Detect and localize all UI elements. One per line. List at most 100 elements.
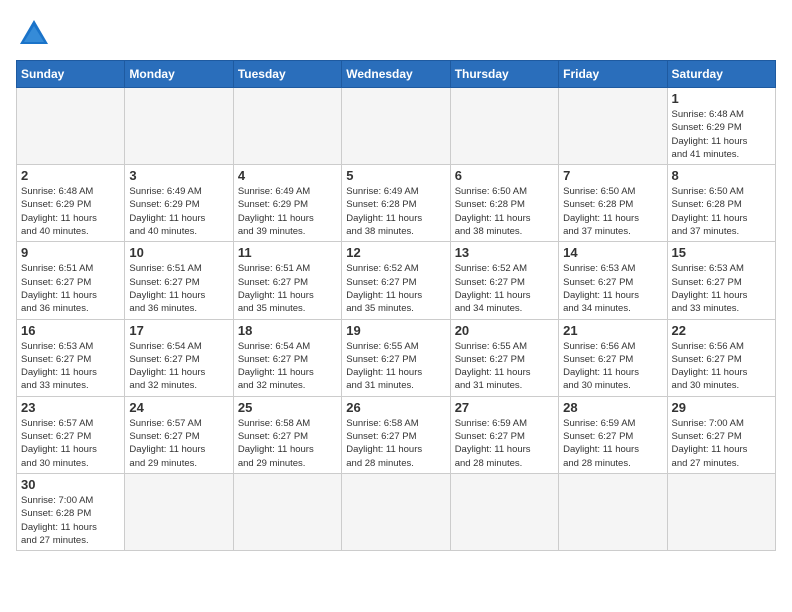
day-number: 1	[672, 91, 771, 106]
day-number: 9	[21, 245, 120, 260]
day-number: 20	[455, 323, 554, 338]
calendar-cell: 15 Sunrise: 6:53 AM Sunset: 6:27 PM Dayli…	[667, 242, 775, 319]
day-number: 2	[21, 168, 120, 183]
calendar-week-row: 16 Sunrise: 6:53 AM Sunset: 6:27 PM Dayli…	[17, 319, 776, 396]
day-info: Sunrise: 6:53 AM Sunset: 6:27 PM Dayligh…	[672, 262, 771, 315]
calendar-cell: 17Sunrise: 6:54 AM Sunset: 6:27 PM Dayli…	[125, 319, 233, 396]
day-number: 23	[21, 400, 120, 415]
calendar-cell	[667, 473, 775, 550]
day-info: Sunrise: 6:52 AM Sunset: 6:27 PM Dayligh…	[346, 262, 445, 315]
day-number: 14	[563, 245, 662, 260]
day-info: Sunrise: 6:49 AM Sunset: 6:29 PM Dayligh…	[238, 185, 337, 238]
calendar-cell	[125, 473, 233, 550]
page-header	[16, 16, 776, 52]
day-info: Sunrise: 6:53 AM Sunset: 6:27 PM Dayligh…	[563, 262, 662, 315]
calendar-cell: 22 Sunrise: 6:56 AM Sunset: 6:27 PM Dayli…	[667, 319, 775, 396]
calendar-cell: 23 Sunrise: 6:57 AM Sunset: 6:27 PM Dayli…	[17, 396, 125, 473]
day-number: 30	[21, 477, 120, 492]
calendar-week-row: 23 Sunrise: 6:57 AM Sunset: 6:27 PM Dayli…	[17, 396, 776, 473]
calendar-cell: 2 Sunrise: 6:48 AM Sunset: 6:29 PM Daylig…	[17, 165, 125, 242]
day-number: 28	[563, 400, 662, 415]
calendar-week-row: 1 Sunrise: 6:48 AM Sunset: 6:29 PM Daylig…	[17, 88, 776, 165]
calendar-cell	[125, 88, 233, 165]
day-info: Sunrise: 6:51 AM Sunset: 6:27 PM Dayligh…	[238, 262, 337, 315]
calendar-cell: 1 Sunrise: 6:48 AM Sunset: 6:29 PM Daylig…	[667, 88, 775, 165]
calendar-cell: 24Sunrise: 6:57 AM Sunset: 6:27 PM Dayli…	[125, 396, 233, 473]
day-number: 11	[238, 245, 337, 260]
day-info: Sunrise: 6:50 AM Sunset: 6:28 PM Dayligh…	[563, 185, 662, 238]
day-info: Sunrise: 6:49 AM Sunset: 6:28 PM Dayligh…	[346, 185, 445, 238]
calendar-cell: 28 Sunrise: 6:59 AM Sunset: 6:27 PM Dayli…	[559, 396, 667, 473]
calendar-cell: 16 Sunrise: 6:53 AM Sunset: 6:27 PM Dayli…	[17, 319, 125, 396]
calendar-cell: 20 Sunrise: 6:55 AM Sunset: 6:27 PM Dayli…	[450, 319, 558, 396]
weekday-header-sunday: Sunday	[17, 61, 125, 88]
logo	[16, 16, 58, 52]
calendar-cell: 9 Sunrise: 6:51 AM Sunset: 6:27 PM Daylig…	[17, 242, 125, 319]
day-info: Sunrise: 6:51 AM Sunset: 6:27 PM Dayligh…	[21, 262, 120, 315]
day-number: 22	[672, 323, 771, 338]
calendar-cell: 21 Sunrise: 6:56 AM Sunset: 6:27 PM Dayli…	[559, 319, 667, 396]
day-number: 3	[129, 168, 228, 183]
day-info: Sunrise: 7:00 AM Sunset: 6:28 PM Dayligh…	[21, 494, 120, 547]
day-number: 19	[346, 323, 445, 338]
logo-icon	[16, 16, 52, 52]
calendar-cell: 27Sunrise: 6:59 AM Sunset: 6:27 PM Dayli…	[450, 396, 558, 473]
calendar-cell: 7 Sunrise: 6:50 AM Sunset: 6:28 PM Daylig…	[559, 165, 667, 242]
day-info: Sunrise: 6:55 AM Sunset: 6:27 PM Dayligh…	[346, 340, 445, 393]
day-info: Sunrise: 6:48 AM Sunset: 6:29 PM Dayligh…	[672, 108, 771, 161]
day-number: 12	[346, 245, 445, 260]
weekday-header-row: SundayMondayTuesdayWednesdayThursdayFrid…	[17, 61, 776, 88]
calendar-week-row: 30 Sunrise: 7:00 AM Sunset: 6:28 PM Dayli…	[17, 473, 776, 550]
calendar-cell: 19 Sunrise: 6:55 AM Sunset: 6:27 PM Dayli…	[342, 319, 450, 396]
calendar-cell	[559, 473, 667, 550]
day-info: Sunrise: 6:57 AM Sunset: 6:27 PM Dayligh…	[129, 417, 228, 470]
weekday-header-wednesday: Wednesday	[342, 61, 450, 88]
day-info: Sunrise: 6:58 AM Sunset: 6:27 PM Dayligh…	[238, 417, 337, 470]
day-info: Sunrise: 6:54 AM Sunset: 6:27 PM Dayligh…	[238, 340, 337, 393]
day-number: 7	[563, 168, 662, 183]
weekday-header-saturday: Saturday	[667, 61, 775, 88]
day-number: 16	[21, 323, 120, 338]
calendar-cell: 25Sunrise: 6:58 AM Sunset: 6:27 PM Dayli…	[233, 396, 341, 473]
calendar-cell: 12 Sunrise: 6:52 AM Sunset: 6:27 PM Dayli…	[342, 242, 450, 319]
day-info: Sunrise: 6:50 AM Sunset: 6:28 PM Dayligh…	[455, 185, 554, 238]
calendar-week-row: 2 Sunrise: 6:48 AM Sunset: 6:29 PM Daylig…	[17, 165, 776, 242]
calendar-cell	[450, 473, 558, 550]
day-number: 10	[129, 245, 228, 260]
calendar-cell	[17, 88, 125, 165]
calendar-cell: 30 Sunrise: 7:00 AM Sunset: 6:28 PM Dayli…	[17, 473, 125, 550]
day-number: 5	[346, 168, 445, 183]
calendar-cell	[233, 473, 341, 550]
calendar-cell	[342, 473, 450, 550]
day-number: 15	[672, 245, 771, 260]
day-info: Sunrise: 6:59 AM Sunset: 6:27 PM Dayligh…	[455, 417, 554, 470]
day-number: 26	[346, 400, 445, 415]
day-info: Sunrise: 6:59 AM Sunset: 6:27 PM Dayligh…	[563, 417, 662, 470]
day-info: Sunrise: 6:48 AM Sunset: 6:29 PM Dayligh…	[21, 185, 120, 238]
day-info: Sunrise: 6:53 AM Sunset: 6:27 PM Dayligh…	[21, 340, 120, 393]
day-number: 21	[563, 323, 662, 338]
calendar-week-row: 9 Sunrise: 6:51 AM Sunset: 6:27 PM Daylig…	[17, 242, 776, 319]
calendar-cell: 3Sunrise: 6:49 AM Sunset: 6:29 PM Daylig…	[125, 165, 233, 242]
calendar-cell	[342, 88, 450, 165]
day-info: Sunrise: 6:56 AM Sunset: 6:27 PM Dayligh…	[672, 340, 771, 393]
calendar-cell: 13 Sunrise: 6:52 AM Sunset: 6:27 PM Dayli…	[450, 242, 558, 319]
calendar-cell	[450, 88, 558, 165]
calendar-cell	[233, 88, 341, 165]
calendar-cell: 10Sunrise: 6:51 AM Sunset: 6:27 PM Dayli…	[125, 242, 233, 319]
calendar-cell: 8Sunrise: 6:50 AM Sunset: 6:28 PM Daylig…	[667, 165, 775, 242]
day-info: Sunrise: 6:58 AM Sunset: 6:27 PM Dayligh…	[346, 417, 445, 470]
day-info: Sunrise: 6:56 AM Sunset: 6:27 PM Dayligh…	[563, 340, 662, 393]
day-info: Sunrise: 6:55 AM Sunset: 6:27 PM Dayligh…	[455, 340, 554, 393]
day-number: 6	[455, 168, 554, 183]
calendar-cell: 18 Sunrise: 6:54 AM Sunset: 6:27 PM Dayli…	[233, 319, 341, 396]
weekday-header-tuesday: Tuesday	[233, 61, 341, 88]
day-info: Sunrise: 6:57 AM Sunset: 6:27 PM Dayligh…	[21, 417, 120, 470]
weekday-header-monday: Monday	[125, 61, 233, 88]
day-number: 13	[455, 245, 554, 260]
day-number: 29	[672, 400, 771, 415]
day-info: Sunrise: 6:52 AM Sunset: 6:27 PM Dayligh…	[455, 262, 554, 315]
calendar-cell	[559, 88, 667, 165]
day-number: 8	[672, 168, 771, 183]
day-number: 18	[238, 323, 337, 338]
